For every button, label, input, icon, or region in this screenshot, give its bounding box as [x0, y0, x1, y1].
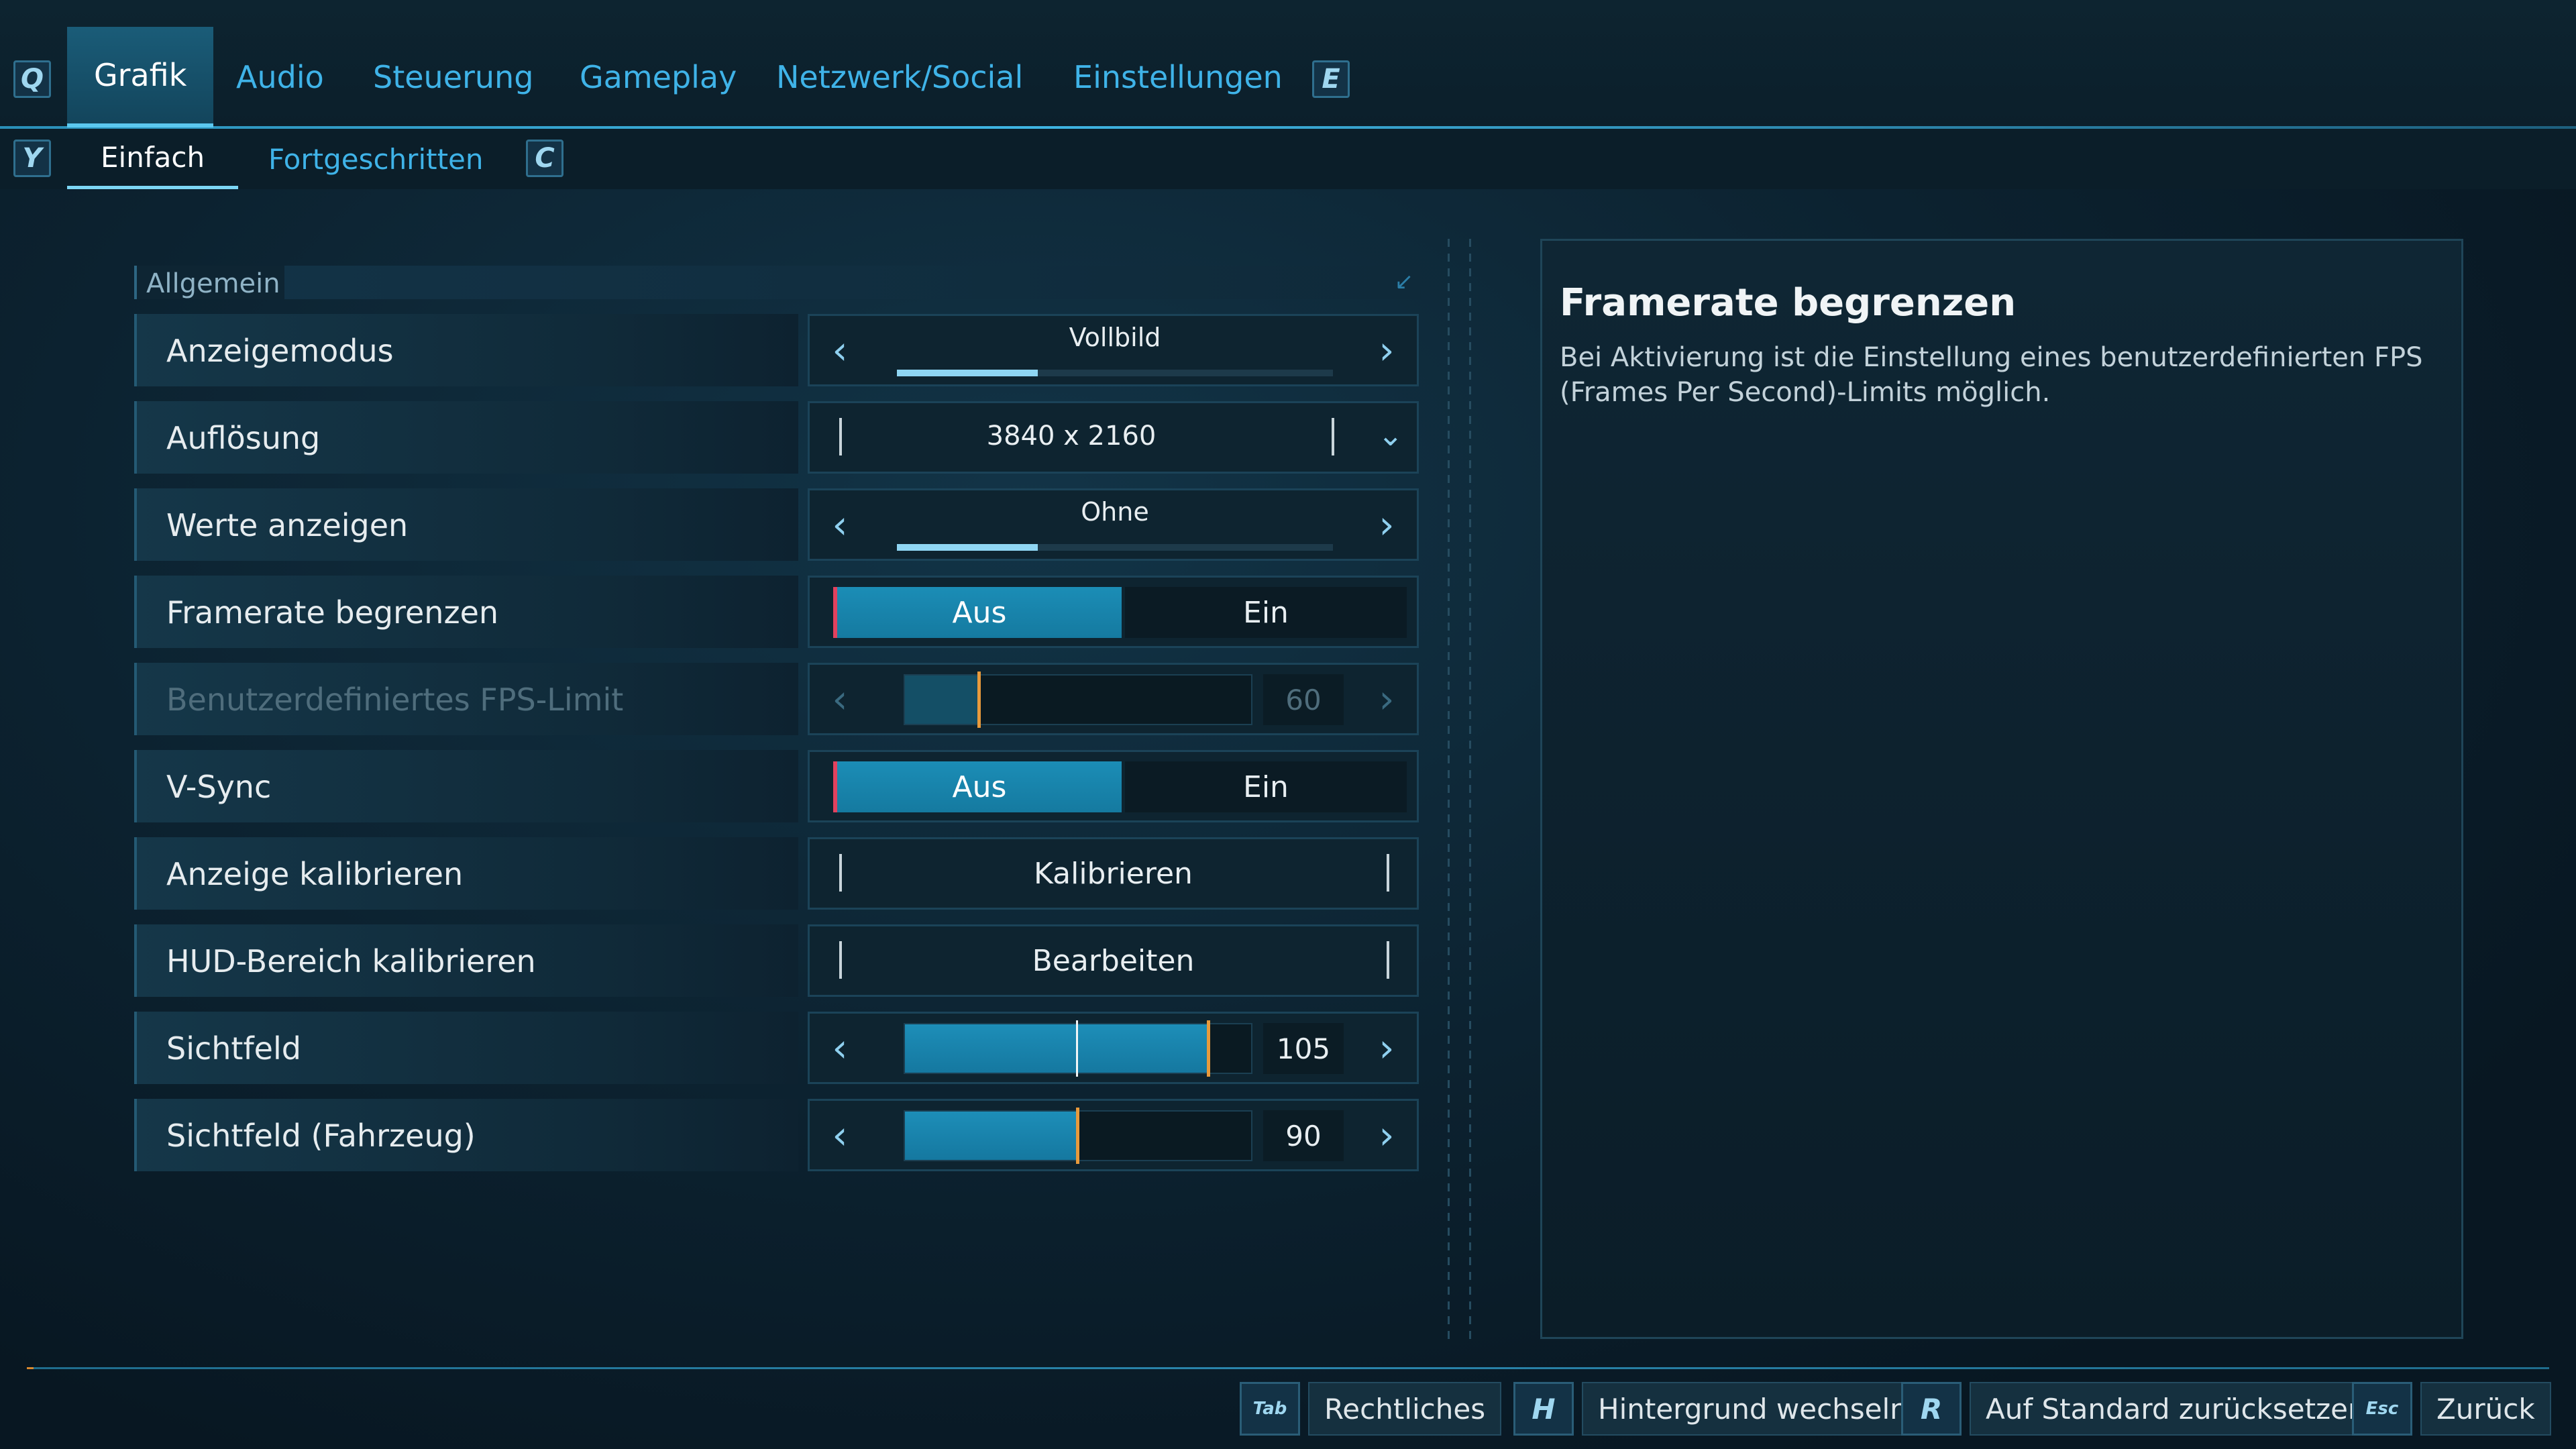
fov-vehicle-slider[interactable]: ‹ 90 ›: [808, 1099, 1419, 1171]
setting-row-resolution[interactable]: Auflösung 3840 x 2160 ⌄: [134, 401, 1419, 474]
section-title: Allgemein: [146, 268, 280, 299]
legal-button[interactable]: Tab Rechtliches: [1240, 1382, 1502, 1436]
bottom-divider: [27, 1367, 2549, 1369]
selector-value: Vollbild: [1069, 323, 1161, 352]
toggle-option-on[interactable]: Ein: [1125, 587, 1407, 638]
slider-fill: [905, 676, 979, 724]
toggle-option-off[interactable]: Aus: [833, 761, 1122, 812]
chevron-left-icon[interactable]: ‹: [810, 1101, 870, 1169]
slider-track[interactable]: [904, 1108, 1252, 1164]
back-button[interactable]: Esc Zurück: [2352, 1382, 2551, 1436]
default-marker: [1076, 1020, 1078, 1077]
setting-label: HUD-Bereich kalibrieren: [166, 943, 536, 979]
setting-label: Auflösung: [166, 420, 321, 456]
button-label: Kalibrieren: [1034, 857, 1193, 891]
reset-defaults-button[interactable]: R Auf Standard zurücksetzen: [1901, 1382, 2382, 1436]
chevron-left-icon[interactable]: ‹: [810, 316, 870, 384]
button-label: Bearbeiten: [1032, 944, 1195, 978]
tab-netzwerk-social[interactable]: Netzwerk/Social: [749, 27, 1050, 127]
next-tab-key-hint[interactable]: E: [1312, 60, 1350, 98]
esc-key-hint: Esc: [2352, 1382, 2412, 1436]
panel-divider: [1469, 239, 1471, 1339]
show-values-selector[interactable]: ‹ Ohne ›: [808, 488, 1419, 561]
slider-fill: [905, 1024, 1208, 1073]
info-panel: Framerate begrenzen Bei Aktivierung ist …: [1540, 239, 2463, 1339]
subtab-einfach[interactable]: Einfach: [67, 129, 239, 189]
setting-label: Sichtfeld (Fahrzeug): [166, 1118, 476, 1154]
tab-key-hint: Tab: [1240, 1382, 1300, 1436]
setting-label: Sichtfeld: [166, 1030, 301, 1067]
fov-slider[interactable]: ‹ 105 ›: [808, 1012, 1419, 1084]
chevron-right-icon[interactable]: ›: [1356, 316, 1417, 384]
chevron-right-icon[interactable]: ›: [1356, 490, 1417, 559]
slider-track[interactable]: [904, 1020, 1252, 1077]
chevron-down-icon[interactable]: ⌄: [1377, 417, 1403, 453]
slider-value: 60: [1263, 674, 1344, 725]
change-background-label: Hintergrund wechseln: [1582, 1382, 1924, 1436]
setting-row-show-values[interactable]: Werte anzeigen ‹ Ohne ›: [134, 488, 1419, 561]
reset-defaults-label: Auf Standard zurücksetzen: [1970, 1382, 2382, 1436]
dropdown-value: 3840 x 2160: [986, 421, 1157, 451]
chevron-right-icon[interactable]: ›: [1356, 1101, 1417, 1169]
chevron-right-icon[interactable]: ›: [1356, 1014, 1417, 1082]
tab-audio[interactable]: Audio: [209, 27, 351, 127]
back-label: Zurück: [2420, 1382, 2551, 1436]
toggle-option-on[interactable]: Ein: [1125, 761, 1407, 812]
slider-fill: [905, 1112, 1077, 1160]
limit-framerate-toggle[interactable]: Aus Ein: [808, 576, 1419, 648]
setting-row-display-mode[interactable]: Anzeigemodus ‹ Vollbild ›: [134, 314, 1419, 386]
slider-value: 90: [1263, 1110, 1344, 1161]
calibrate-hud-button[interactable]: Bearbeiten: [808, 924, 1419, 997]
h-key-hint: H: [1513, 1382, 1574, 1436]
change-background-button[interactable]: H Hintergrund wechseln: [1513, 1382, 1924, 1436]
setting-row-calibrate-hud[interactable]: HUD-Bereich kalibrieren Bearbeiten: [134, 924, 1419, 997]
selector-position-indicator: [897, 370, 1038, 376]
calibrate-display-button[interactable]: Kalibrieren: [808, 837, 1419, 910]
setting-row-fov[interactable]: Sichtfeld ‹ 105 ›: [134, 1012, 1419, 1084]
setting-label: Framerate begrenzen: [166, 594, 499, 631]
panel-divider: [1448, 239, 1450, 1339]
slider-thumb[interactable]: [1076, 1108, 1079, 1164]
slider-value: 105: [1263, 1023, 1344, 1074]
selector-position-indicator: [897, 544, 1038, 551]
setting-label: Werte anzeigen: [166, 507, 409, 543]
setting-row-limit-framerate[interactable]: Framerate begrenzen Aus Ein: [134, 576, 1419, 648]
setting-label: Anzeigemodus: [166, 333, 394, 369]
tab-einstellungen[interactable]: Einstellungen: [1046, 27, 1309, 127]
prev-tab-key-hint[interactable]: Q: [13, 60, 51, 98]
setting-row-calibrate-display[interactable]: Anzeige kalibrieren Kalibrieren: [134, 837, 1419, 910]
selector-value: Ohne: [1081, 497, 1149, 527]
tab-steuerung[interactable]: Steuerung: [346, 27, 560, 127]
chevron-left-icon: ‹: [832, 676, 848, 722]
vsync-toggle[interactable]: Aus Ein: [808, 750, 1419, 822]
slider-thumb: [977, 672, 981, 728]
slider-track: [904, 672, 1252, 728]
setting-row-fps-limit: Benutzerdefiniertes FPS-Limit ‹ 60 ›: [134, 663, 1419, 735]
resolution-dropdown[interactable]: 3840 x 2160 ⌄: [808, 401, 1419, 474]
tab-grafik[interactable]: Grafik: [67, 27, 214, 127]
next-subtab-key-hint[interactable]: C: [526, 140, 564, 177]
subtab-fortgeschritten[interactable]: Fortgeschritten: [235, 129, 517, 189]
legal-label: Rechtliches: [1308, 1382, 1502, 1436]
tab-gameplay[interactable]: Gameplay: [553, 27, 763, 127]
setting-label: Anzeige kalibrieren: [166, 856, 464, 892]
collapse-icon[interactable]: ↙: [1392, 270, 1416, 294]
setting-label: V-Sync: [166, 769, 272, 805]
info-description: Bei Aktivierung ist die Einstellung eine…: [1560, 342, 2423, 408]
fps-limit-slider: ‹ 60 ›: [808, 663, 1419, 735]
toggle-option-off[interactable]: Aus: [833, 587, 1122, 638]
info-title: Framerate begrenzen: [1560, 281, 2017, 325]
setting-label: Benutzerdefiniertes FPS-Limit: [166, 682, 624, 718]
display-mode-selector[interactable]: ‹ Vollbild ›: [808, 314, 1419, 386]
prev-subtab-key-hint[interactable]: Y: [13, 140, 51, 177]
chevron-left-icon[interactable]: ‹: [810, 1014, 870, 1082]
slider-thumb[interactable]: [1207, 1020, 1210, 1077]
setting-row-fov-vehicle[interactable]: Sichtfeld (Fahrzeug) ‹ 90 ›: [134, 1099, 1419, 1171]
setting-row-vsync[interactable]: V-Sync Aus Ein: [134, 750, 1419, 822]
chevron-left-icon[interactable]: ‹: [810, 490, 870, 559]
section-header: Allgemein ↙: [134, 266, 1421, 299]
chevron-right-icon: ›: [1379, 676, 1395, 722]
r-key-hint: R: [1901, 1382, 1962, 1436]
